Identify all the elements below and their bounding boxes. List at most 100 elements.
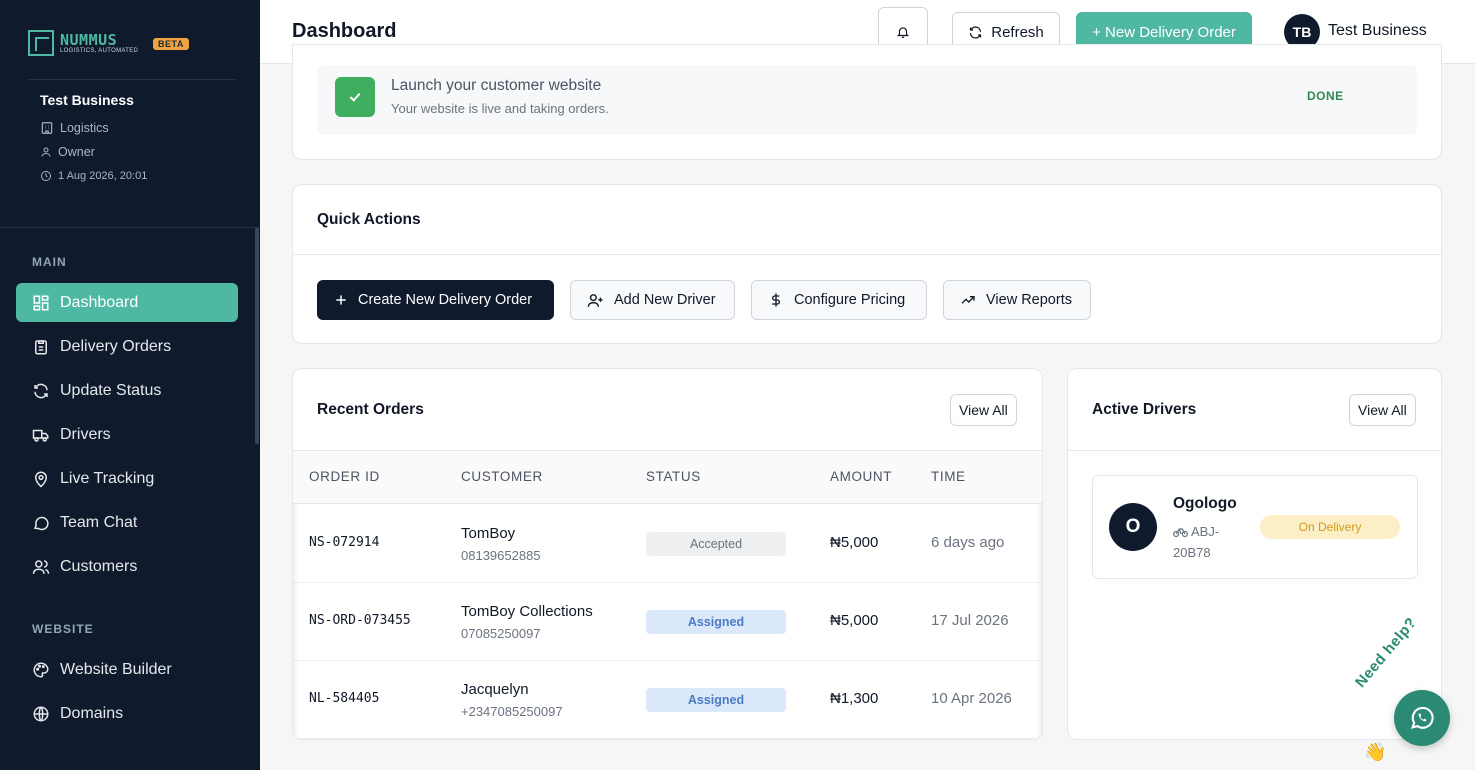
step-status: DONE	[1307, 89, 1344, 103]
table-row[interactable]: NL-584405 Jacquelyn +2347085250097 Assig…	[293, 661, 1042, 739]
section-label-website: WEBSITE	[32, 622, 94, 636]
driver-avatar: O	[1109, 503, 1157, 551]
column-header[interactable]: AMOUNT	[830, 469, 892, 484]
onboarding-step: Launch your customer website Your websit…	[317, 65, 1417, 135]
users-icon	[32, 559, 50, 574]
business-info: Test Business Logistics Owner 1 Aug 2026…	[40, 92, 147, 188]
globe-icon	[33, 706, 49, 721]
table-header: ORDER ID CUSTOMER STATUS AMOUNT TIME	[293, 450, 1042, 504]
brand-logo[interactable]: NUMMUS LOGISTICS, AUTOMATED	[28, 30, 138, 56]
business-role-label: Owner	[58, 145, 95, 159]
configure-pricing-button[interactable]: Configure Pricing	[751, 280, 927, 320]
button-label: View Reports	[986, 292, 1072, 308]
column-header[interactable]: STATUS	[646, 469, 701, 484]
status-badge: Assigned	[646, 610, 786, 634]
business-industry-label: Logistics	[60, 121, 109, 135]
customer-phone: 08139652885	[461, 548, 541, 563]
palette-icon	[33, 661, 49, 678]
dollar-icon	[772, 293, 780, 307]
user-icon	[41, 147, 51, 157]
sidebar-item-label: Website Builder	[60, 660, 172, 678]
status-badge: On Delivery	[1260, 515, 1400, 539]
sidebar-item-delivery-orders[interactable]: Delivery Orders	[16, 327, 238, 366]
business-role: Owner	[40, 140, 147, 164]
whatsapp-help-button[interactable]	[1394, 690, 1450, 746]
box-logo-icon	[28, 30, 54, 56]
bell-icon	[896, 27, 910, 38]
order-time: 10 Apr 2026	[931, 690, 1012, 707]
section-title: Recent Orders	[317, 401, 424, 418]
beta-badge: BETA	[153, 38, 189, 50]
table-row[interactable]: NS-ORD-073455 TomBoy Collections 0708525…	[293, 583, 1042, 661]
sidebar-item-label: Update Status	[60, 381, 162, 399]
status-badge: Accepted	[646, 532, 786, 556]
sidebar-item-drivers[interactable]: Drivers	[16, 415, 238, 454]
column-header[interactable]: ORDER ID	[309, 469, 380, 484]
button-label: Configure Pricing	[794, 292, 906, 308]
button-label: Create New Delivery Order	[358, 292, 533, 308]
sidebar-item-website-builder[interactable]: Website Builder	[16, 650, 238, 689]
add-driver-button[interactable]: Add New Driver	[570, 280, 735, 320]
step-subtitle: Your website is live and taking orders.	[391, 101, 609, 116]
driver-card[interactable]: O Ogologo ABJ-20B78 On Delivery	[1092, 475, 1418, 579]
sidebar-item-label: Delivery Orders	[60, 337, 172, 355]
sidebar-scrollbar[interactable]	[255, 228, 259, 444]
sidebar-item-label: Team Chat	[60, 513, 138, 531]
step-title: Launch your customer website	[391, 77, 602, 94]
active-drivers-card: Active Drivers View All O Ogologo ABJ-20…	[1067, 368, 1442, 740]
customer-name: TomBoy	[461, 525, 516, 542]
chat-icon	[33, 516, 49, 530]
divider	[293, 254, 1441, 255]
section-title: Active Drivers	[1092, 401, 1197, 418]
customer-name: Jacquelyn	[461, 681, 529, 698]
clipboard-icon	[35, 339, 47, 354]
trending-up-icon	[961, 296, 975, 304]
order-id: NS-072914	[309, 535, 380, 550]
bike-icon	[1173, 528, 1188, 538]
section-title: Quick Actions	[317, 211, 421, 228]
sidebar: NUMMUS LOGISTICS, AUTOMATED BETA Test Bu…	[0, 0, 260, 770]
divider	[28, 79, 236, 80]
sidebar-item-label: Dashboard	[60, 293, 139, 311]
grid-icon	[33, 295, 49, 310]
order-id: NS-ORD-073455	[309, 613, 411, 628]
driver-plate: ABJ-20B78	[1173, 521, 1233, 563]
business-datetime: 1 Aug 2026, 20:01	[40, 164, 147, 188]
sidebar-item-label: Domains	[60, 704, 124, 722]
order-time: 6 days ago	[931, 534, 1005, 551]
column-header[interactable]: TIME	[931, 469, 966, 484]
view-all-drivers-button[interactable]: View All	[1349, 394, 1416, 426]
sidebar-item-label: Customers	[60, 557, 138, 575]
business-datetime-label: 1 Aug 2026, 20:01	[58, 170, 148, 182]
map-pin-icon	[34, 471, 48, 487]
waving-hand-icon: 👋	[1364, 742, 1387, 762]
order-amount: ₦1,300	[830, 690, 879, 707]
brand-name: NUMMUS	[60, 31, 118, 49]
clock-icon	[41, 171, 51, 181]
refresh-icon	[970, 25, 982, 39]
sidebar-item-team-chat[interactable]: Team Chat	[16, 503, 238, 542]
customer-phone: +2347085250097	[461, 704, 563, 719]
column-header[interactable]: CUSTOMER	[461, 469, 543, 484]
sidebar-item-domains[interactable]: Domains	[16, 694, 238, 733]
divider	[1068, 450, 1441, 451]
sidebar-item-customers[interactable]: Customers	[16, 547, 238, 586]
refresh-label: Refresh	[991, 23, 1044, 41]
scroll-shadow	[1036, 504, 1042, 739]
order-amount: ₦5,000	[830, 534, 879, 551]
driver-name: Ogologo	[1173, 495, 1237, 512]
check-icon	[335, 77, 375, 117]
sidebar-item-label: Drivers	[60, 425, 111, 443]
view-reports-button[interactable]: View Reports	[943, 280, 1091, 320]
user-plus-icon	[587, 293, 603, 307]
table-row[interactable]: NS-072914 TomBoy 08139652885 Accepted ₦5…	[293, 505, 1042, 583]
view-all-orders-button[interactable]: View All	[950, 394, 1017, 426]
user-name[interactable]: Test Business	[1328, 22, 1427, 40]
create-delivery-order-button[interactable]: Create New Delivery Order	[317, 280, 554, 320]
sidebar-item-update-status[interactable]: Update Status	[16, 371, 238, 410]
onboarding-card: Launch your customer website Your websit…	[292, 44, 1442, 160]
sidebar-item-dashboard[interactable]: Dashboard	[16, 283, 238, 322]
whatsapp-icon	[1411, 706, 1434, 729]
divider	[0, 227, 260, 228]
sidebar-item-live-tracking[interactable]: Live Tracking	[16, 459, 238, 498]
